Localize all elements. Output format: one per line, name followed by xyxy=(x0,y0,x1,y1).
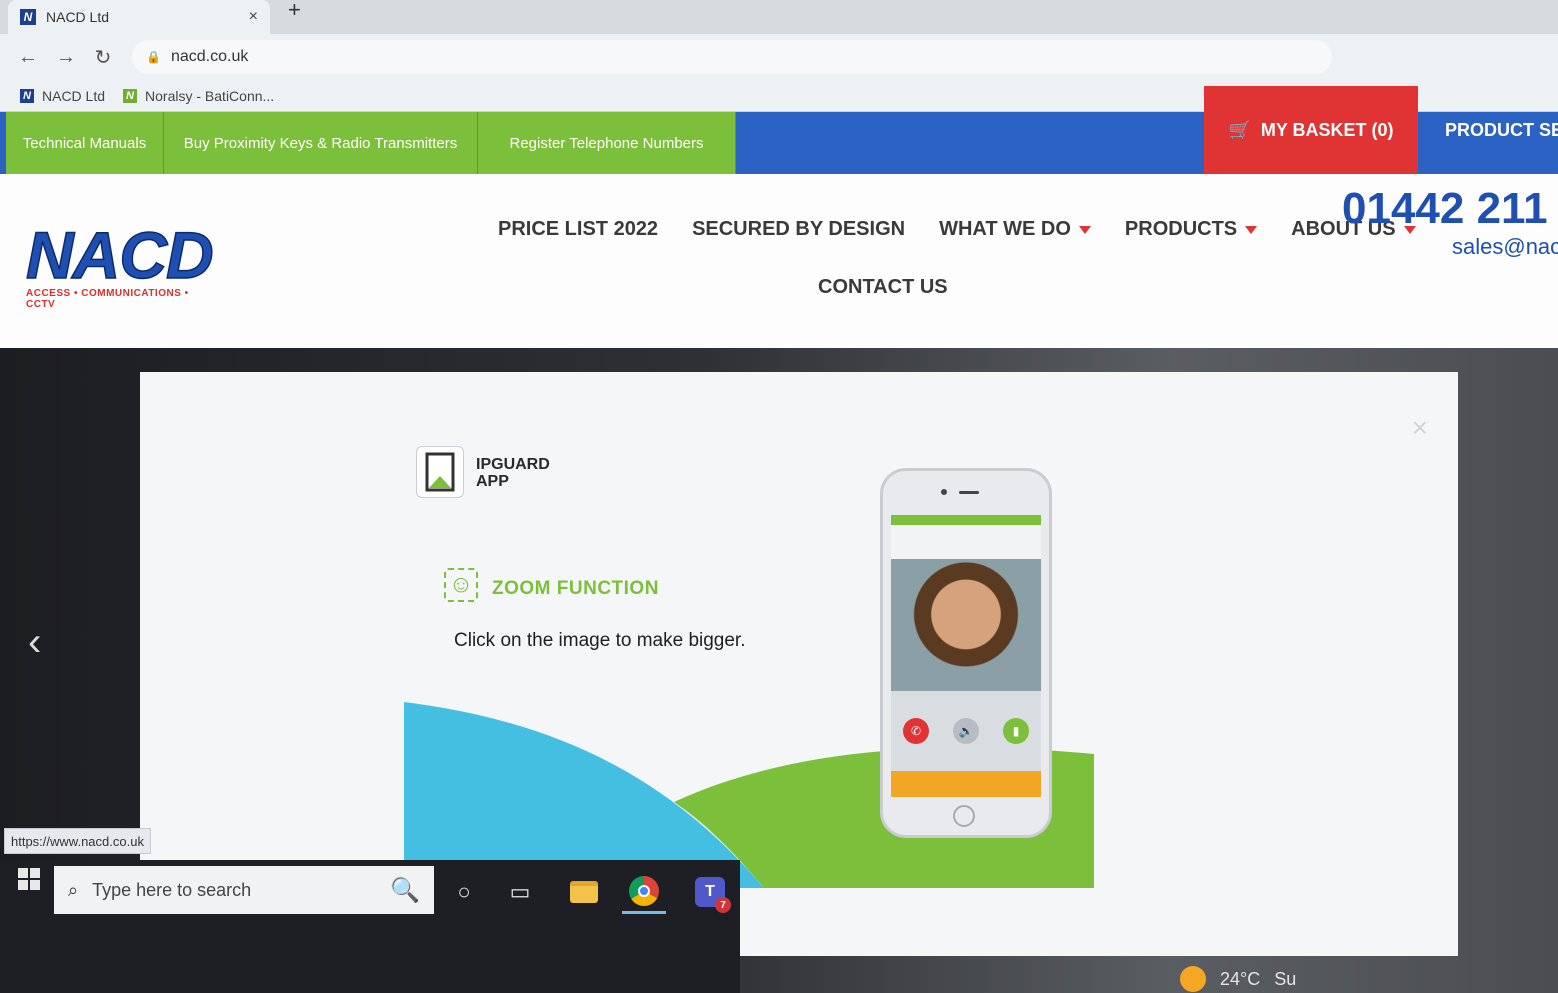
main-nav: PRICE LIST 2022 SECURED BY DESIGN WHAT W… xyxy=(498,218,1416,241)
nav-contact-us[interactable]: CONTACT US xyxy=(818,276,948,299)
site-topbar: Technical Manuals Buy Proximity Keys & R… xyxy=(0,86,1558,174)
search-highlight-icon: 🔍 xyxy=(390,876,420,904)
register-numbers-link[interactable]: Register Telephone Numbers xyxy=(478,112,736,174)
task-view-icon[interactable]: ▭ xyxy=(498,870,542,914)
caret-down-icon xyxy=(1078,225,1091,234)
windows-start-icon[interactable] xyxy=(18,868,40,890)
address-bar[interactable]: 🔒 nacd.co.uk xyxy=(132,40,1332,74)
browser-tabstrip: N NACD Ltd × + xyxy=(0,0,1558,34)
bookmark-nacd[interactable]: N NACD Ltd xyxy=(20,88,105,104)
new-tab-button[interactable]: + xyxy=(288,0,301,21)
tab-title: NACD Ltd xyxy=(46,9,110,25)
caller-video xyxy=(891,559,1041,691)
product-search-link[interactable]: PRODUCT SE xyxy=(1430,86,1558,174)
nacd-favicon-icon: N xyxy=(20,9,36,25)
caret-down-icon xyxy=(1245,225,1258,234)
logo-wordmark: NACD xyxy=(25,218,214,292)
weather-text: Su xyxy=(1274,968,1297,989)
search-icon: ⌕ xyxy=(68,879,79,900)
browser-toolbar: ← → ↻ 🔒 nacd.co.uk xyxy=(0,34,1558,80)
lock-icon[interactable]: 🔒 xyxy=(146,50,161,64)
buy-keys-link[interactable]: Buy Proximity Keys & Radio Transmitters xyxy=(164,112,478,174)
basket-label: MY BASKET (0) xyxy=(1260,119,1394,140)
speaker-icon: 🔈 xyxy=(953,718,979,744)
noralsy-favicon-icon: N xyxy=(123,88,138,103)
forward-arrow-icon[interactable]: → xyxy=(56,46,76,69)
back-arrow-icon[interactable]: ← xyxy=(18,46,38,69)
search-placeholder: Type here to search xyxy=(92,879,252,900)
phone-home-button xyxy=(953,805,975,827)
taskbar-search-box[interactable]: ⌕ Type here to search 🔍 xyxy=(54,866,434,914)
phone-screenshot-image[interactable]: ✆ 🔈 ▮ xyxy=(880,468,1052,838)
weather-temperature: 24°C xyxy=(1220,968,1261,989)
bookmark-noralsy[interactable]: N Noralsy - BatiConn... xyxy=(123,88,274,104)
file-explorer-icon[interactable] xyxy=(562,870,606,914)
nav-products[interactable]: PRODUCTS xyxy=(1124,218,1258,241)
nacd-logo[interactable]: NACD ACCESS • COMMUNICATIONS • CCTV xyxy=(25,218,214,310)
status-url-tooltip: https://www.nacd.co.uk xyxy=(4,828,151,854)
weather-widget[interactable]: 24°C Su xyxy=(1180,966,1320,992)
nav-secured-by-design[interactable]: SECURED BY DESIGN xyxy=(692,218,905,241)
phone-number[interactable]: 01442 211 xyxy=(1342,184,1558,234)
windows-taskbar: ⌕ Type here to search 🔍 ○ ▭ T7 xyxy=(0,860,740,993)
bookmark-label: Noralsy - BatiConn... xyxy=(145,87,275,104)
bookmark-label: NACD Ltd xyxy=(42,87,106,104)
zoom-function-description: Click on the image to make bigger. xyxy=(454,630,746,651)
email-link[interactable]: sales@nac xyxy=(1452,234,1558,260)
phone-status-bar xyxy=(891,515,1041,525)
app-title: IPGUARD APP xyxy=(476,456,550,490)
phone-screen: ✆ 🔈 ▮ xyxy=(891,515,1041,797)
reload-icon[interactable]: ↻ xyxy=(94,45,112,70)
browser-tab-active[interactable]: N NACD Ltd × xyxy=(8,0,270,34)
nav-what-we-do[interactable]: WHAT WE DO xyxy=(939,218,1091,241)
nav-price-list[interactable]: PRICE LIST 2022 xyxy=(498,218,658,241)
nav-label: PRODUCTS xyxy=(1124,218,1238,240)
app-title-line2: APP xyxy=(476,473,509,490)
phone-bottom-bar xyxy=(891,771,1041,797)
url-text: nacd.co.uk xyxy=(170,48,249,65)
close-tab-icon[interactable]: × xyxy=(249,8,258,26)
chevron-left-icon[interactable]: ‹ xyxy=(28,620,41,665)
zoom-function-title: ZOOM FUNCTION xyxy=(492,578,659,599)
zoom-face-icon: ☺ xyxy=(444,568,478,602)
logo-tagline: ACCESS • COMMUNICATIONS • CCTV xyxy=(26,288,189,310)
phone-camera xyxy=(941,489,947,495)
phone-call-header xyxy=(891,525,1041,559)
chrome-icon[interactable] xyxy=(622,870,666,914)
nacd-favicon-icon: N xyxy=(20,88,34,103)
teams-notification-badge: 7 xyxy=(715,897,731,913)
call-controls: ✆ 🔈 ▮ xyxy=(891,691,1041,771)
nav-label: WHAT WE DO xyxy=(939,218,1071,240)
door-open-icon: ▮ xyxy=(1003,718,1029,744)
site-header: Technical Manuals Buy Proximity Keys & R… xyxy=(0,86,1558,348)
technical-manuals-link[interactable]: Technical Manuals xyxy=(6,112,164,174)
cart-icon: 🛒 xyxy=(1228,119,1251,140)
cortana-icon[interactable]: ○ xyxy=(442,870,486,914)
phone-speaker xyxy=(959,491,979,494)
hang-up-icon: ✆ xyxy=(903,718,929,744)
close-icon[interactable]: × xyxy=(1412,412,1428,444)
sun-icon xyxy=(1180,966,1206,992)
basket-button[interactable]: 🛒 MY BASKET (0) xyxy=(1204,86,1418,174)
ipguard-app-icon xyxy=(416,446,464,498)
teams-icon[interactable]: T7 xyxy=(688,870,732,914)
app-title-line1: IPGUARD xyxy=(476,456,550,473)
